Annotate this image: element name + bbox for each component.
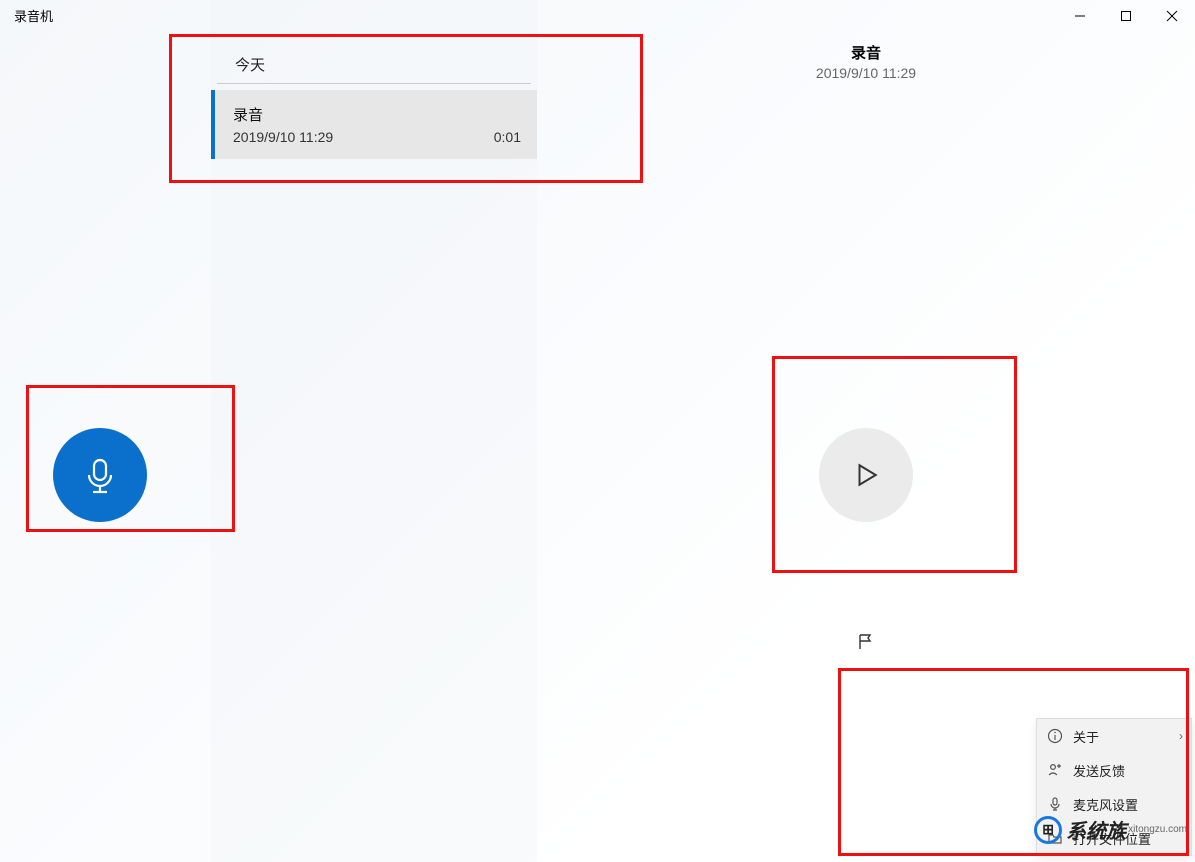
recording-item-duration: 0:01 (494, 129, 521, 145)
detail-panel: 录音 2019/9/10 11:29 0:00 关于 › (537, 0, 1195, 862)
recordings-list-panel: 今天 录音 2019/9/10 11:29 0:01 (211, 0, 537, 862)
watermark-domain: xitongzu.com (1128, 824, 1187, 835)
minimize-icon (1074, 10, 1086, 22)
info-icon (1047, 728, 1063, 744)
list-section-header: 今天 (217, 46, 531, 84)
menu-item-feedback[interactable]: 发送反馈 (1037, 753, 1191, 787)
flag-icon (857, 633, 875, 651)
sidebar (0, 0, 211, 862)
detail-timestamp: 2019/9/10 11:29 (537, 65, 1195, 81)
window-controls (1057, 0, 1195, 32)
microphone-icon (80, 455, 120, 495)
close-icon (1166, 10, 1178, 22)
minimize-button[interactable] (1057, 0, 1103, 32)
title-bar: 录音机 (0, 0, 1195, 32)
menu-item-label: 麦克风设置 (1073, 795, 1138, 814)
window-title: 录音机 (0, 0, 67, 31)
detail-title: 录音 (537, 42, 1195, 63)
play-button[interactable] (819, 428, 913, 522)
watermark-logo-icon: ⊞ (1034, 816, 1062, 844)
microphone-small-icon (1047, 796, 1063, 812)
watermark: ⊞ 系统族 xitongzu.com (1034, 815, 1187, 844)
play-icon (853, 462, 879, 488)
recording-item[interactable]: 录音 2019/9/10 11:29 0:01 (211, 90, 537, 159)
close-button[interactable] (1149, 0, 1195, 32)
maximize-button[interactable] (1103, 0, 1149, 32)
menu-item-label: 发送反馈 (1073, 761, 1125, 780)
watermark-text: 系统族 (1066, 815, 1126, 844)
voice-recorder-app: 录音机 今天 录音 2019/9/ (0, 0, 1195, 862)
feedback-icon (1047, 762, 1063, 778)
menu-item-about[interactable]: 关于 › (1037, 719, 1191, 753)
maximize-icon (1120, 10, 1132, 22)
menu-item-label: 关于 (1073, 727, 1099, 746)
chevron-right-icon: › (1179, 729, 1183, 743)
recording-item-timestamp: 2019/9/10 11:29 (233, 129, 333, 145)
recording-item-title: 录音 (233, 104, 521, 125)
add-marker-button[interactable] (844, 620, 888, 664)
record-button[interactable] (53, 428, 147, 522)
